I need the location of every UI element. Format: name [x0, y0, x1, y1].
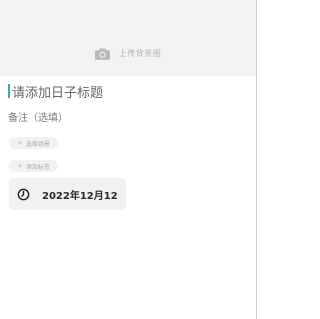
text-cursor: [8, 84, 10, 98]
date-value: 2022年12月12: [42, 190, 118, 202]
title-placeholder: 请添加日子标题: [12, 85, 104, 101]
note-input[interactable]: 备注（选填）: [8, 109, 68, 124]
select-scene-label: 选择场景: [25, 140, 50, 148]
select-scene-button[interactable]: + 选择场景: [9, 137, 58, 149]
clock-icon: [17, 188, 30, 200]
title-input[interactable]: 请添加日子标题: [8, 81, 238, 101]
date-picker[interactable]: 2022年12月12: [9, 178, 126, 210]
plus-icon: +: [17, 162, 23, 170]
cover-upload-area[interactable]: 上传背景图: [0, 0, 256, 76]
phone-frame: 上传背景图 请添加日子标题 备注（选填） + 选择场景 + 添加标签 2022年…: [0, 0, 257, 319]
camera-icon: [94, 48, 110, 60]
plus-icon: +: [17, 139, 23, 147]
add-tag-button[interactable]: + 添加标签: [9, 160, 58, 172]
upload-background-label: 上传背景图: [118, 48, 162, 58]
add-tag-label: 添加标签: [25, 163, 50, 171]
